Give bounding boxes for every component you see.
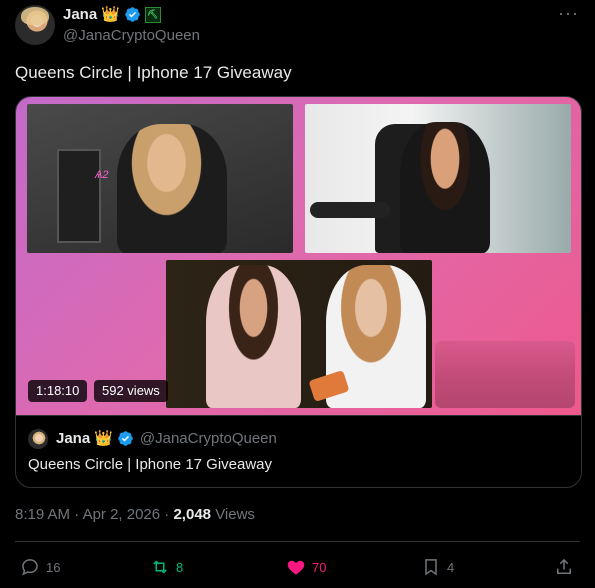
video-player[interactable]: Ѧ2 1:18:10 592 views [16, 97, 581, 416]
author-name-row[interactable]: Jana 👑 ⛏ [63, 6, 161, 23]
video-frame-top-left: Ѧ2 [27, 104, 293, 253]
divider [15, 541, 580, 542]
quoted-handle: @JanaCryptoQueen [139, 430, 277, 447]
streamer-bottom-left [206, 265, 301, 408]
empty-video-slot [435, 341, 575, 408]
more-options-icon[interactable]: ··· [558, 3, 579, 24]
reply-button[interactable]: 16 [20, 557, 60, 577]
reply-icon [22, 559, 38, 576]
verified-badge-icon [125, 7, 140, 22]
heart-icon [287, 560, 305, 575]
views-label: Views [215, 506, 255, 523]
video-frame-top-right [305, 104, 571, 253]
video-duration: 1:18:10 [28, 380, 88, 402]
crown-icon: 👑 [94, 430, 113, 447]
quoted-avatar [28, 429, 48, 449]
like-count: 70 [312, 559, 327, 575]
meta-separator: · [164, 506, 170, 523]
views-count: 2,048 [173, 506, 212, 523]
share-button[interactable] [554, 557, 574, 577]
tweet-text: Queens Circle | Iphone 17 Giveaway [15, 63, 292, 82]
bookmark-count: 4 [447, 559, 455, 575]
repost-button[interactable]: 8 [150, 557, 183, 577]
like-button[interactable]: 70 [286, 557, 326, 577]
microphone [310, 202, 390, 218]
reply-count: 16 [46, 559, 61, 575]
neon-sign: Ѧ2 [95, 169, 109, 181]
meta-separator: · [74, 506, 80, 523]
crown-icon: 👑 [101, 6, 120, 23]
shelf-decor [57, 149, 101, 243]
tweet-meta: 8:19 AM · Apr 2, 2026 · 2,048 Views [15, 506, 255, 523]
affiliate-badge-icon: ⛏ [144, 6, 161, 23]
share-icon [557, 558, 571, 574]
repost-icon [153, 560, 167, 574]
tweet-time[interactable]: 8:19 AM [15, 506, 70, 523]
streamer-left [117, 124, 227, 253]
streamer-right [400, 122, 490, 253]
author-name[interactable]: Jana [63, 6, 97, 23]
video-frame-bottom [166, 260, 432, 408]
repost-count: 8 [176, 559, 184, 575]
author-handle[interactable]: @JanaCryptoQueen [63, 27, 200, 44]
quoted-name: Jana [56, 430, 91, 447]
video-views: 592 views [94, 380, 168, 402]
author-avatar[interactable] [15, 5, 55, 45]
bookmark-icon [425, 559, 437, 576]
tweet-date[interactable]: Apr 2, 2026 [83, 506, 161, 523]
quoted-tweet[interactable]: Jana 👑 @JanaCryptoQueen Queens Circle | … [16, 415, 581, 487]
quoted-header: Jana 👑 @JanaCryptoQueen [56, 430, 277, 447]
verified-badge-icon [118, 431, 133, 446]
quote-card[interactable]: Ѧ2 1:18:10 592 views Jana 👑 @JanaCryptoQ… [15, 96, 582, 488]
quoted-text: Queens Circle | Iphone 17 Giveaway [28, 456, 273, 473]
bookmark-button[interactable]: 4 [421, 557, 454, 577]
